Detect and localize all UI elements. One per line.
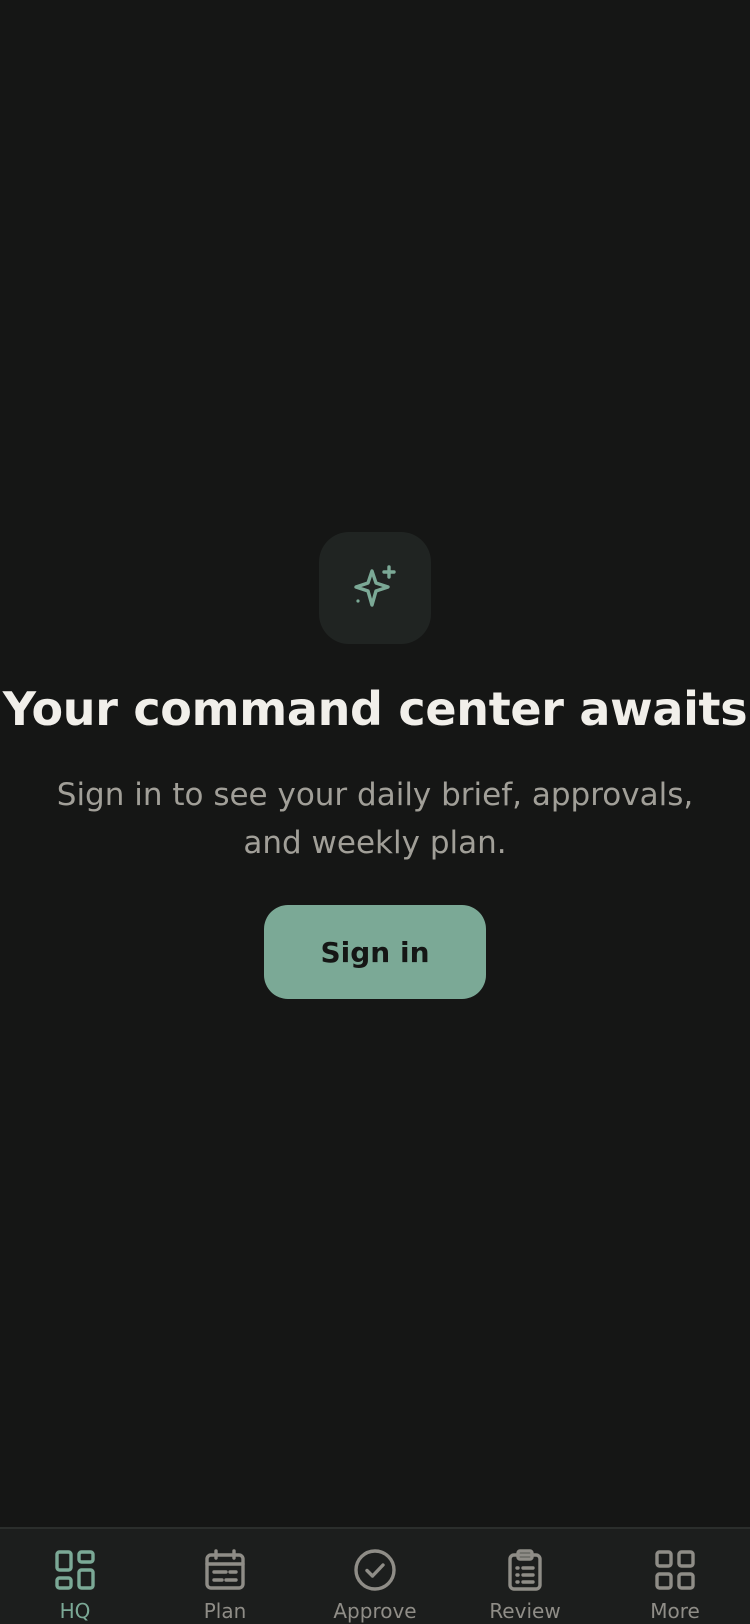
signin-subtitle: Sign in to see your daily brief, approva… bbox=[56, 777, 694, 862]
app-screen: Your command center awaits Sign in to se… bbox=[0, 0, 750, 1624]
tab-approve[interactable]: Approve bbox=[300, 1529, 450, 1624]
tab-plan-label: Plan bbox=[203, 1599, 247, 1623]
grid-icon bbox=[655, 1550, 695, 1590]
sign-in-button[interactable]: Sign in bbox=[264, 905, 486, 1000]
signin-prompt: Your command center awaits Sign in to se… bbox=[0, 0, 750, 1527]
check-circle-icon bbox=[354, 1549, 396, 1591]
tab-more-label: More bbox=[650, 1599, 700, 1623]
sparkles-icon bbox=[354, 565, 396, 607]
tab-hq[interactable]: HQ bbox=[0, 1529, 150, 1624]
page-title: Your command center awaits bbox=[2, 682, 748, 736]
hero-icon-tile bbox=[319, 532, 431, 644]
tab-plan[interactable]: Plan bbox=[150, 1529, 300, 1624]
dashboard-icon bbox=[55, 1550, 95, 1590]
bottom-tab-bar: HQ Plan Approve Review More bbox=[0, 1527, 750, 1624]
tab-review[interactable]: Review bbox=[450, 1529, 600, 1624]
clipboard-list-icon bbox=[508, 1549, 542, 1591]
calendar-icon bbox=[205, 1549, 245, 1590]
tab-approve-label: Approve bbox=[333, 1599, 417, 1623]
tab-review-label: Review bbox=[489, 1599, 561, 1623]
tab-hq-label: HQ bbox=[59, 1599, 91, 1623]
tab-more[interactable]: More bbox=[600, 1529, 750, 1624]
